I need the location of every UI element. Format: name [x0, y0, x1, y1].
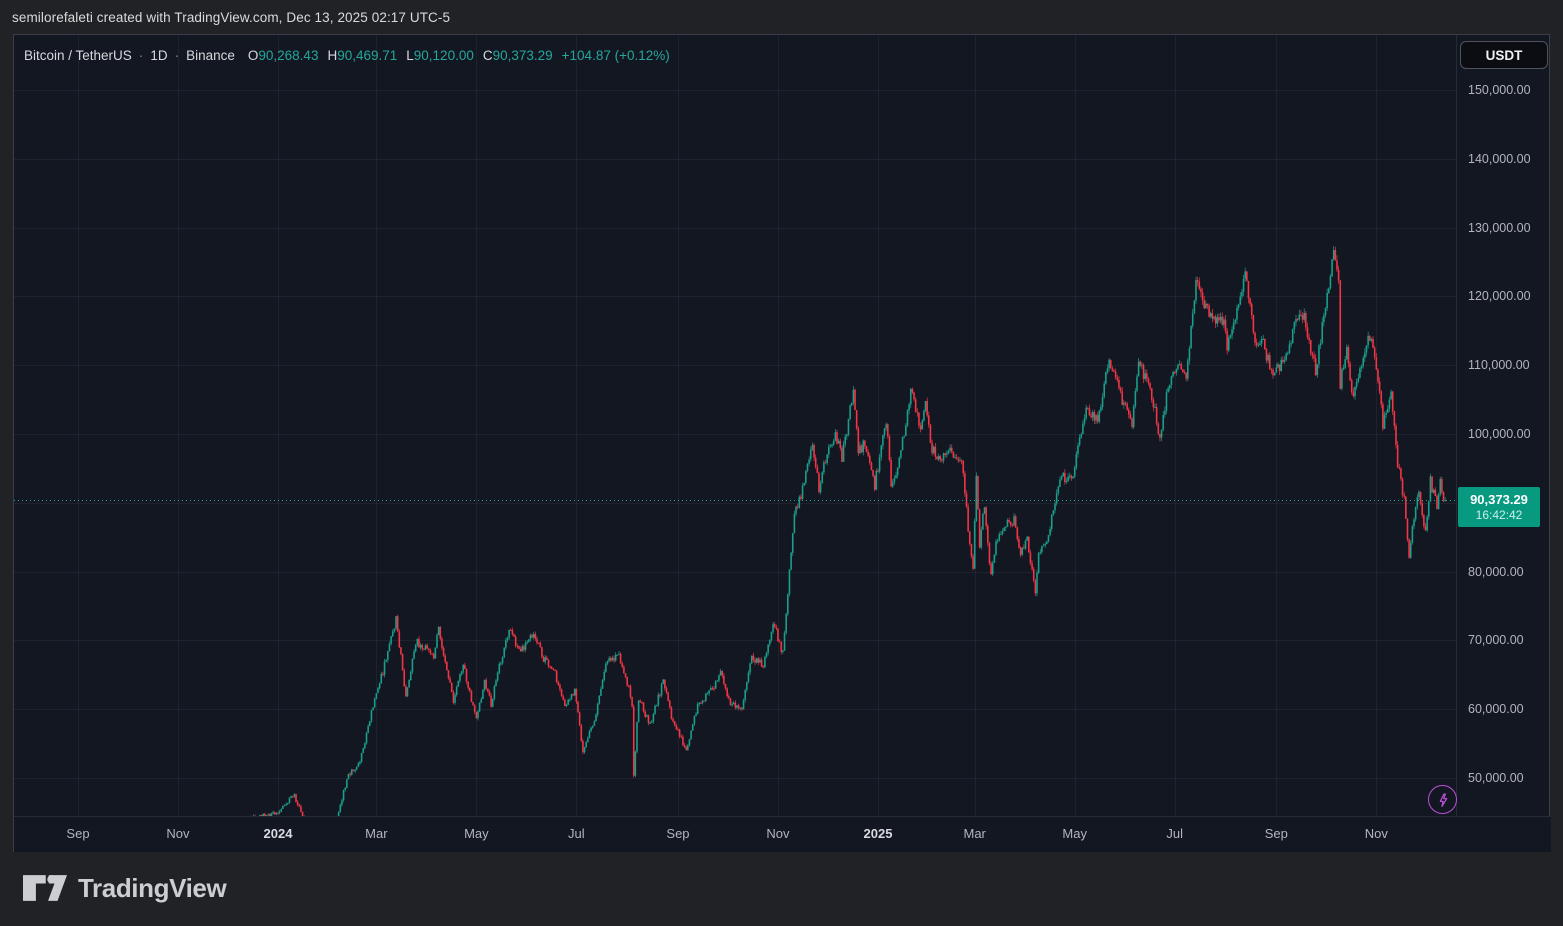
- time-axis-tick: Nov: [766, 826, 789, 841]
- price-axis-tick: 60,000.00: [1468, 702, 1524, 716]
- legend-separator: ·: [175, 48, 180, 63]
- price-axis-tick: 110,000.00: [1468, 358, 1530, 372]
- open-label: O: [248, 48, 259, 63]
- time-axis-tick: Mar: [365, 826, 387, 841]
- interval-label[interactable]: 1D: [150, 48, 167, 63]
- time-axis-tick: Mar: [963, 826, 985, 841]
- time-axis-tick: Jul: [568, 826, 585, 841]
- ohlc-values: O90,268.43 H90,469.71 L90,120.00 C90,373…: [248, 48, 670, 63]
- time-axis-tick: Nov: [1365, 826, 1388, 841]
- time-axis-tick: Sep: [66, 826, 89, 841]
- lightning-trade-button[interactable]: [1428, 785, 1457, 814]
- tradingview-logo-icon: [23, 873, 67, 903]
- price-axis-tick: 50,000.00: [1468, 771, 1524, 785]
- price-axis-tick: 70,000.00: [1468, 633, 1524, 647]
- time-axis-tick: Sep: [666, 826, 689, 841]
- lightning-bolt-icon: [1435, 792, 1451, 808]
- time-axis-tick: May: [1062, 826, 1087, 841]
- close-label: C: [483, 48, 493, 63]
- bar-countdown: 16:42:42: [1476, 508, 1523, 523]
- low-value: 90,120.00: [414, 48, 474, 63]
- high-label: H: [327, 48, 337, 63]
- tradingview-logo[interactable]: TradingView: [23, 867, 226, 909]
- time-axis[interactable]: Sep Nov 2024 Mar May Jul Sep Nov 2025 Mar May Jul Se…: [14, 816, 1551, 852]
- high-value: 90,469.71: [337, 48, 397, 63]
- time-axis-tick: May: [464, 826, 489, 841]
- last-price-label: 90,373.29 16:42:42: [1458, 487, 1540, 527]
- currency-toggle-button[interactable]: USDT: [1460, 41, 1548, 69]
- exchange-label[interactable]: Binance: [186, 48, 235, 63]
- symbol-legend: Bitcoin / TetherUS · 1D · Binance O90,26…: [24, 46, 670, 64]
- price-axis-tick: 150,000.00: [1468, 83, 1531, 97]
- price-axis-tick: 130,000.00: [1468, 221, 1531, 235]
- price-axis[interactable]: USDT 90,373.29 16:42:42 150,000.00 140,00…: [1456, 35, 1550, 816]
- candlestick-chart-canvas[interactable]: [14, 35, 1456, 816]
- close-value: 90,373.29: [493, 48, 553, 63]
- price-axis-tick: 80,000.00: [1468, 565, 1524, 579]
- price-axis-tick: 120,000.00: [1468, 289, 1531, 303]
- price-axis-tick: 100,000.00: [1468, 427, 1531, 441]
- last-price-value: 90,373.29: [1470, 492, 1528, 508]
- price-axis-tick: 140,000.00: [1468, 152, 1531, 166]
- symbol-title[interactable]: Bitcoin / TetherUS: [24, 48, 132, 63]
- chart-panel: Bitcoin / TetherUS · 1D · Binance O90,26…: [13, 34, 1550, 852]
- time-axis-tick: Sep: [1265, 826, 1288, 841]
- legend-separator: ·: [139, 48, 144, 63]
- time-axis-tick: 2024: [264, 826, 293, 841]
- time-axis-tick: 2025: [864, 826, 893, 841]
- brand-name: TradingView: [78, 873, 226, 904]
- time-axis-tick: Nov: [166, 826, 189, 841]
- change-value: +104.87 (+0.12%): [562, 48, 670, 63]
- open-value: 90,268.43: [258, 48, 318, 63]
- attribution-text: semilorefaleti created with TradingView.…: [12, 10, 450, 25]
- time-axis-tick: Jul: [1166, 826, 1183, 841]
- low-label: L: [406, 48, 414, 63]
